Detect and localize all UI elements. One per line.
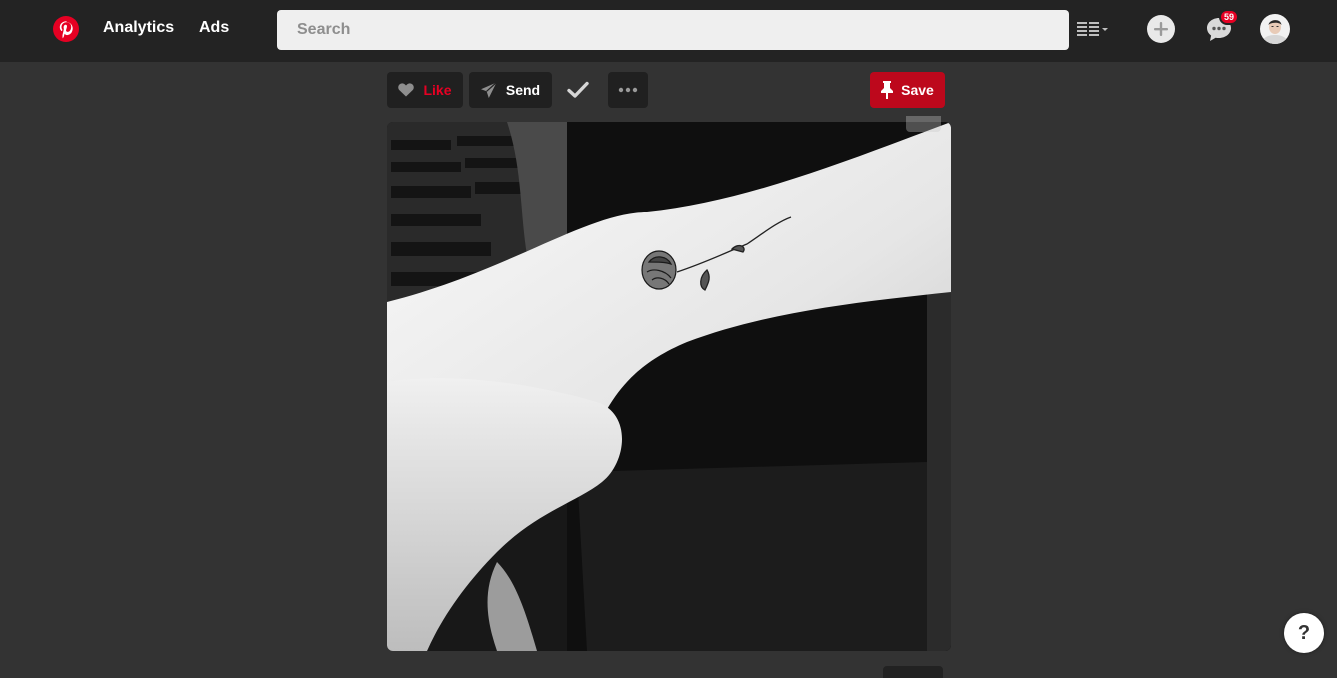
message-count-badge: 59 (1219, 9, 1240, 25)
checkmark-icon (567, 81, 589, 98)
more-dots-icon (618, 87, 638, 93)
help-button[interactable]: ? (1284, 613, 1324, 653)
search-input[interactable] (277, 10, 1069, 50)
wrist-rose-tattoo-photo[interactable] (387, 122, 951, 651)
bottom-panel-edge (883, 666, 943, 678)
like-button[interactable]: Like (387, 72, 463, 108)
nav-analytics-link[interactable]: Analytics (103, 18, 174, 38)
like-label: Like (423, 82, 452, 98)
user-avatar[interactable] (1260, 14, 1290, 44)
pinterest-logo-icon[interactable] (52, 15, 80, 43)
save-button[interactable]: Save (870, 72, 945, 108)
checkmark-button[interactable] (558, 72, 598, 108)
nav-ads-link[interactable]: Ads (199, 18, 229, 38)
heart-icon (398, 83, 415, 97)
save-label: Save (901, 82, 934, 98)
send-button[interactable]: Send (469, 72, 552, 108)
list-view-icon[interactable] (1076, 19, 1110, 39)
pushpin-icon (881, 81, 894, 99)
expand-icon[interactable] (906, 116, 941, 132)
top-navigation-bar: Analytics Ads 59 (0, 0, 1337, 62)
send-label: Send (505, 82, 541, 98)
more-options-button[interactable] (608, 72, 648, 108)
plus-circle-icon[interactable] (1146, 14, 1176, 44)
paper-plane-icon (480, 82, 497, 98)
